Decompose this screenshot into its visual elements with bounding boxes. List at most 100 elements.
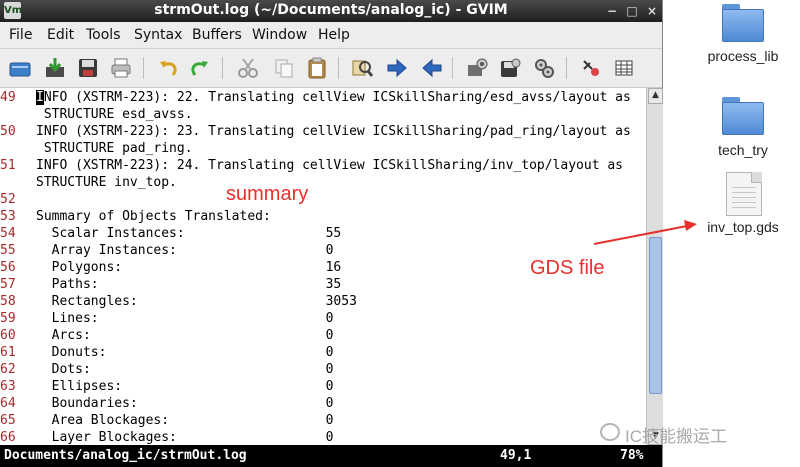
editor-line[interactable]: 50 INFO (XSTRM-223): 23. Translating cell…: [0, 123, 631, 140]
desktop-item-process-lib[interactable]: process_lib: [698, 48, 788, 64]
line-text: Rectangles: 3053: [36, 294, 357, 309]
save-session-icon[interactable]: [498, 56, 522, 80]
editor-line[interactable]: 62 Dots: 0: [0, 361, 333, 378]
status-cursor-position: 49,1: [500, 448, 532, 463]
line-number: 60: [0, 328, 16, 343]
line-number: 56: [0, 260, 16, 275]
status-scroll-percent: 78%: [620, 448, 644, 463]
redo-icon[interactable]: [188, 56, 212, 80]
forward-icon[interactable]: [385, 56, 409, 80]
editor-line[interactable]: 66 Layer Blockages: 0: [0, 429, 333, 445]
folder-icon[interactable]: [722, 4, 764, 42]
scrollbar-thumb[interactable]: [649, 237, 662, 394]
menu-tools[interactable]: Tools: [86, 27, 121, 43]
editor-line[interactable]: 54 Scalar Instances: 55: [0, 225, 341, 242]
line-text: Boundaries: 0: [36, 396, 334, 411]
line-text: INFO (XSTRM-223): 23. Translating cellVi…: [36, 124, 631, 139]
line-number: 65: [0, 413, 16, 428]
editor-line[interactable]: STRUCTURE pad_ring.: [0, 140, 193, 157]
menu-file[interactable]: File: [9, 27, 32, 43]
line-number: 58: [0, 294, 16, 309]
folder-icon[interactable]: [722, 97, 764, 135]
status-filename: Documents/analog_ic/strmOut.log: [4, 448, 247, 463]
menu-window[interactable]: Window: [252, 27, 307, 43]
title-bar[interactable]: Vm strmOut.log (~/Documents/analog_ic) -…: [0, 0, 662, 22]
summary-annotation: summary: [226, 183, 309, 205]
line-number: 50: [0, 124, 16, 139]
editor-line[interactable]: STRUCTURE inv_top.: [0, 174, 177, 191]
editor-line[interactable]: 49 INFO (XSTRM-223): 22. Translating cell…: [0, 89, 631, 106]
paste-icon[interactable]: [305, 56, 329, 80]
menu-bar: File Edit Tools Syntax Buffers Window He…: [0, 22, 662, 49]
copy-icon[interactable]: [272, 56, 296, 80]
editor-line[interactable]: 53 Summary of Objects Translated:: [0, 208, 271, 225]
menu-buffers[interactable]: Buffers: [192, 27, 242, 43]
editor-line[interactable]: 63 Ellipses: 0: [0, 378, 333, 395]
line-number: 63: [0, 379, 16, 394]
open-icon[interactable]: [8, 56, 32, 80]
file-icon[interactable]: [726, 172, 762, 216]
toolbar-separator: [566, 57, 567, 79]
line-text: Array Instances: 0: [36, 243, 334, 258]
editor-line[interactable]: STRUCTURE esd_avss.: [0, 106, 193, 123]
line-text: Lines: 0: [36, 311, 334, 326]
editor-line[interactable]: 51 INFO (XSTRM-223): 24. Translating cell…: [0, 157, 623, 174]
desktop-item-tech-try[interactable]: tech_try: [698, 142, 788, 158]
status-line: Documents/analog_ic/strmOut.log 49,1 78%: [0, 445, 662, 467]
cut-icon[interactable]: [236, 56, 260, 80]
scroll-up-arrow-icon[interactable]: ▲: [648, 88, 663, 104]
line-number: 54: [0, 226, 16, 241]
editor-line[interactable]: 61 Donuts: 0: [0, 344, 333, 361]
minimize-button[interactable]: −: [604, 3, 620, 19]
menu-edit[interactable]: Edit: [47, 27, 74, 43]
editor-line[interactable]: 59 Lines: 0: [0, 310, 333, 327]
line-text: Ellipses: 0: [36, 379, 334, 394]
line-text: STRUCTURE pad_ring.: [36, 141, 193, 156]
editor-line[interactable]: 60 Arcs: 0: [0, 327, 333, 344]
line-text: INFO (XSTRM-223): 24. Translating cellVi…: [36, 158, 623, 173]
make-icon[interactable]: [579, 56, 603, 80]
back-icon[interactable]: [420, 56, 444, 80]
save-icon[interactable]: [43, 56, 67, 80]
line-number: 51: [0, 158, 16, 173]
toolbar-separator: [338, 57, 339, 79]
line-text: NFO (XSTRM-223): 22. Translating cellVie…: [43, 90, 631, 105]
line-text: Dots: 0: [36, 362, 334, 377]
save-all-icon[interactable]: [76, 56, 100, 80]
gvim-window: Vm strmOut.log (~/Documents/analog_ic) -…: [0, 0, 663, 467]
replace-icon[interactable]: [350, 56, 374, 80]
menu-help[interactable]: Help: [318, 27, 350, 43]
gds-file-annotation: GDS file: [530, 257, 605, 279]
desktop-item-inv-top-gds[interactable]: inv_top.gds: [698, 219, 788, 235]
line-text: Polygons: 16: [36, 260, 342, 275]
line-text: Scalar Instances: 55: [36, 226, 342, 241]
editor-line[interactable]: 58 Rectangles: 3053: [0, 293, 357, 310]
menu-syntax[interactable]: Syntax: [134, 27, 182, 43]
line-number: 49: [0, 90, 16, 105]
print-icon[interactable]: [109, 56, 133, 80]
run-script-icon[interactable]: [532, 56, 556, 80]
line-number: 53: [0, 209, 16, 224]
line-number: 52: [0, 192, 16, 207]
vertical-scrollbar[interactable]: ▲ ▼: [646, 88, 663, 445]
line-text: STRUCTURE inv_top.: [36, 175, 177, 190]
editor-line[interactable]: 56 Polygons: 16: [0, 259, 341, 276]
editor-line[interactable]: 52: [0, 191, 36, 208]
toolbar-separator: [222, 57, 223, 79]
watermark: IC技能搬运工: [625, 427, 727, 446]
maximize-button[interactable]: □: [624, 3, 640, 19]
load-session-icon[interactable]: [465, 56, 489, 80]
toolbar: [0, 49, 662, 88]
line-text: STRUCTURE esd_avss.: [36, 107, 193, 122]
line-number: 64: [0, 396, 16, 411]
editor-line[interactable]: 65 Area Blockages: 0: [0, 412, 333, 429]
editor-line[interactable]: 64 Boundaries: 0: [0, 395, 333, 412]
line-text: Layer Blockages: 0: [36, 430, 334, 445]
table-icon[interactable]: [612, 56, 636, 80]
editor-line[interactable]: 57 Paths: 35: [0, 276, 341, 293]
line-number: 66: [0, 430, 16, 445]
close-button[interactable]: ×: [644, 3, 660, 19]
editor-line[interactable]: 55 Array Instances: 0: [0, 242, 333, 259]
undo-icon[interactable]: [156, 56, 180, 80]
toolbar-separator: [452, 57, 453, 79]
